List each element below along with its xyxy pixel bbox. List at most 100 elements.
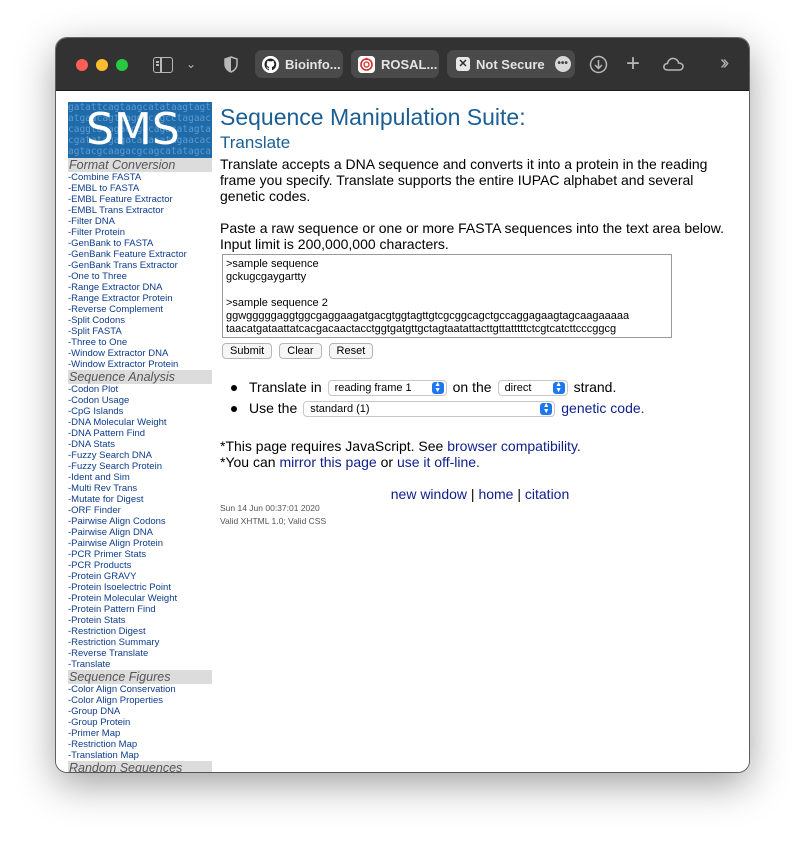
- nav-link[interactable]: -One to Three: [68, 271, 127, 282]
- nav-link[interactable]: -Multi Rev Trans: [68, 483, 137, 494]
- nav-link[interactable]: -DNA Pattern Find: [68, 428, 145, 439]
- sequence-textarea[interactable]: >sample sequence gckugcgaygartty >sample…: [222, 254, 672, 338]
- nav-link[interactable]: -Pairwise Align DNA: [68, 527, 153, 538]
- strand-select[interactable]: direct ▲ ▼: [497, 379, 568, 396]
- nav-section-header: Format Conversion: [68, 158, 212, 172]
- nav-link[interactable]: -GenBank Feature Extractor: [68, 249, 187, 260]
- nav-item: -DNA Stats: [68, 439, 212, 450]
- clear-button[interactable]: Clear: [279, 343, 322, 359]
- nav-link[interactable]: -Primer Map: [68, 728, 120, 739]
- nav-link[interactable]: -Pairwise Align Codons: [68, 516, 166, 527]
- close-window-button[interactable]: [76, 59, 88, 71]
- genetic-code-select[interactable]: standard (1) ▲ ▼: [303, 400, 556, 417]
- new-window-link[interactable]: new window: [391, 486, 467, 502]
- nav-item: -Range Extractor Protein: [68, 293, 212, 304]
- nav-link[interactable]: -Protein Stats: [68, 615, 126, 626]
- citation-link[interactable]: citation: [525, 486, 569, 502]
- nav-link[interactable]: -DNA Stats: [68, 439, 115, 450]
- nav-link[interactable]: -Codon Plot: [68, 384, 118, 395]
- privacy-shield-icon[interactable]: [224, 56, 238, 78]
- nav-link[interactable]: -Restriction Map: [68, 739, 137, 750]
- nav-link[interactable]: -Filter DNA: [68, 216, 115, 227]
- home-link[interactable]: home: [478, 486, 513, 502]
- nav-link[interactable]: -Restriction Digest: [68, 626, 146, 637]
- nav-link[interactable]: -Pairwise Align Protein: [68, 538, 163, 549]
- downloads-icon[interactable]: [589, 55, 608, 79]
- nav-item: -Translate: [68, 659, 212, 670]
- nav-link[interactable]: -Codon Usage: [68, 395, 129, 406]
- nav-link[interactable]: -Color Align Conservation: [68, 684, 176, 695]
- nav-link[interactable]: -Reverse Translate: [68, 648, 148, 659]
- tab-not-secure[interactable]: ✕ Not Secure •••: [447, 50, 575, 78]
- nav-link[interactable]: -GenBank to FASTA: [68, 238, 153, 249]
- nav-link[interactable]: -Protein Isoelectric Point: [68, 582, 171, 593]
- icloud-tabs-icon[interactable]: [662, 56, 685, 77]
- nav-item: -Multi Rev Trans: [68, 483, 212, 494]
- nav-link[interactable]: -Window Extractor Protein: [68, 359, 178, 370]
- mirror-page-link[interactable]: mirror this page: [279, 454, 376, 470]
- nav-item: -Protein Isoelectric Point: [68, 582, 212, 593]
- submit-button[interactable]: Submit: [222, 343, 273, 359]
- nav-link[interactable]: -Group DNA: [68, 706, 120, 717]
- nav-link[interactable]: -DNA Molecular Weight: [68, 417, 167, 428]
- select-value: reading frame 1: [334, 381, 412, 394]
- chevron-down-icon[interactable]: ⌄: [186, 57, 196, 71]
- reset-button[interactable]: Reset: [328, 343, 374, 359]
- tab-bioinfo[interactable]: Bioinfo...: [255, 50, 343, 78]
- nav-link[interactable]: -Three to One: [68, 337, 127, 348]
- option-label: Use the: [249, 400, 298, 416]
- nav-link[interactable]: -Protein GRAVY: [68, 571, 136, 582]
- nav-link[interactable]: -Combine FASTA: [68, 172, 141, 183]
- nav-link[interactable]: -ORF Finder: [68, 505, 121, 516]
- nav-link[interactable]: -PCR Products: [68, 560, 131, 571]
- nav-link[interactable]: -PCR Primer Stats: [68, 549, 146, 560]
- nav-link[interactable]: -Window Extractor DNA: [68, 348, 168, 359]
- tab-rosalind[interactable]: ROSAL...: [351, 50, 439, 78]
- nav-link[interactable]: -Ident and Sim: [68, 472, 130, 483]
- nav-link[interactable]: -Fuzzy Search Protein: [68, 461, 162, 472]
- nav-link[interactable]: -Reverse Complement: [68, 304, 163, 315]
- nav-link[interactable]: -Split FASTA: [68, 326, 122, 337]
- sms-logo[interactable]: gatattcagtaagcatataagtagtatgaacagtcaggac…: [68, 102, 212, 158]
- nav-item: -Protein Pattern Find: [68, 604, 212, 615]
- sidebar-toggle-icon[interactable]: [153, 57, 173, 73]
- not-secure-icon[interactable]: ✕: [456, 57, 470, 71]
- nav-link[interactable]: -Fuzzy Search DNA: [68, 450, 152, 461]
- nav-list: -Color Align Conservation -Color Align Pr…: [68, 684, 212, 761]
- nav-link[interactable]: -Protein Molecular Weight: [68, 593, 177, 604]
- nav-link[interactable]: -EMBL Trans Extractor: [68, 205, 164, 216]
- nav-item: -Split Codons: [68, 315, 212, 326]
- nav-link[interactable]: -Range Extractor DNA: [68, 282, 163, 293]
- separator: |: [467, 486, 479, 502]
- reading-frame-select[interactable]: reading frame 1 ▲ ▼: [327, 379, 447, 396]
- separator: |: [513, 486, 525, 502]
- nav-link[interactable]: -Translation Map: [68, 750, 139, 761]
- genetic-code-link[interactable]: genetic code.: [561, 398, 644, 419]
- nav-link[interactable]: -Group Protein: [68, 717, 130, 728]
- nav-item: -Color Align Properties: [68, 695, 212, 706]
- minimize-window-button[interactable]: [96, 59, 108, 71]
- form-buttons: Submit Clear Reset: [222, 343, 740, 359]
- note-text: or: [376, 454, 397, 470]
- nav-link[interactable]: -Translate: [68, 659, 110, 670]
- nav-link[interactable]: -Protein Pattern Find: [68, 604, 156, 615]
- more-options-icon[interactable]: •••: [554, 56, 571, 72]
- genetic-code-option: Use the standard (1) ▲ ▼ genetic code.: [231, 398, 740, 419]
- offline-link[interactable]: use it off-line.: [397, 454, 480, 470]
- nav-item: -CpG Islands: [68, 406, 212, 417]
- nav-link[interactable]: -GenBank Trans Extractor: [68, 260, 178, 271]
- new-tab-icon[interactable]: +: [626, 50, 640, 78]
- option-label: Translate in: [249, 379, 322, 395]
- nav-link[interactable]: -Mutate for Digest: [68, 494, 144, 505]
- browser-compatibility-link[interactable]: browser compatibility.: [447, 438, 581, 454]
- nav-link[interactable]: -Split Codons: [68, 315, 125, 326]
- nav-link[interactable]: -Color Align Properties: [68, 695, 163, 706]
- double-chevron-right-icon[interactable]: ››: [720, 52, 730, 75]
- zoom-window-button[interactable]: [116, 59, 128, 71]
- nav-link[interactable]: -CpG Islands: [68, 406, 123, 417]
- nav-link[interactable]: -Restriction Summary: [68, 637, 159, 648]
- nav-link[interactable]: -EMBL Feature Extractor: [68, 194, 173, 205]
- nav-link[interactable]: -EMBL to FASTA: [68, 183, 139, 194]
- nav-link[interactable]: -Range Extractor Protein: [68, 293, 173, 304]
- nav-link[interactable]: -Filter Protein: [68, 227, 125, 238]
